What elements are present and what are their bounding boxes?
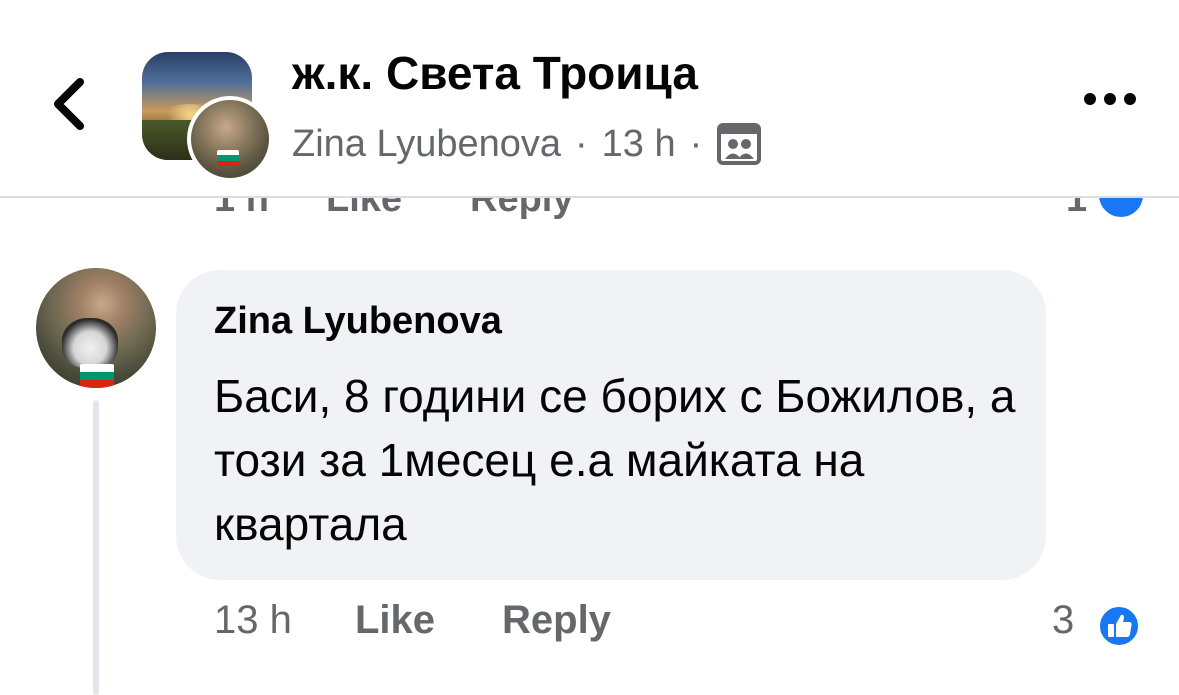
back-button[interactable] <box>44 72 96 136</box>
bulgarian-flag-icon <box>80 364 114 388</box>
post-time[interactable]: 13 h <box>602 123 676 166</box>
members-icon <box>716 122 762 166</box>
previous-reaction-count[interactable]: 1 <box>1066 196 1087 220</box>
commenter-avatar[interactable] <box>36 268 156 388</box>
author-avatar-small[interactable] <box>187 96 273 182</box>
reply-button[interactable]: Reply <box>502 598 611 643</box>
more-options-button[interactable] <box>1082 84 1138 114</box>
separator: · <box>689 122 703 165</box>
reply-thread-line <box>93 400 99 695</box>
bulgarian-flag-icon <box>217 150 239 166</box>
previous-comment-time: 1 h <box>214 196 269 220</box>
previous-like-button[interactable]: Like <box>326 196 402 220</box>
comment-time[interactable]: 13 h <box>214 598 292 643</box>
group-name[interactable]: ж.к. Света Троица <box>292 46 698 100</box>
thumbs-up-icon[interactable] <box>1097 604 1141 648</box>
post-author[interactable]: Zina Lyubenova <box>292 123 561 166</box>
reaction-count[interactable]: 3 <box>1052 598 1074 643</box>
post-header: ж.к. Света Троица Zina Lyubenova · 13 h … <box>0 0 1179 198</box>
more-dots-icon <box>1084 93 1136 105</box>
comment-author[interactable]: Zina Lyubenova <box>214 300 502 343</box>
previous-reply-button[interactable]: Reply <box>470 196 573 220</box>
thumbs-up-icon <box>1096 196 1146 220</box>
post-meta: Zina Lyubenova · 13 h · <box>292 122 762 166</box>
separator: · <box>575 122 588 165</box>
comment-text: Баси, 8 години се борих с Божилов, а тоз… <box>214 370 1016 550</box>
chevron-left-icon <box>54 78 84 130</box>
like-button[interactable]: Like <box>355 598 435 643</box>
previous-comment-actions: 1 h Like Reply 1 <box>0 196 1179 220</box>
